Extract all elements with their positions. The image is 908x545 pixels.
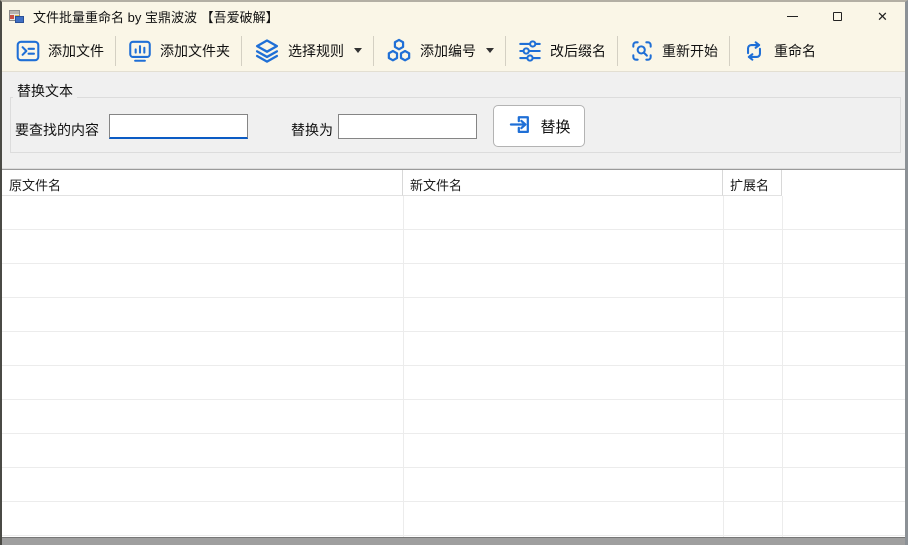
add-folder-icon — [127, 38, 153, 64]
toolbar-separator — [241, 36, 242, 66]
rename-label: 重命名 — [774, 41, 816, 61]
change-extension-icon — [517, 38, 543, 64]
file-list-body — [2, 196, 905, 537]
change-extension-label: 改后缀名 — [550, 41, 606, 61]
chevron-down-icon — [486, 48, 494, 53]
select-rule-button[interactable]: 选择规则 — [244, 33, 371, 69]
add-file-button[interactable]: 添加文件 — [6, 33, 113, 69]
find-label: 要查找的内容 — [15, 120, 99, 140]
file-list-header: 原文件名 新文件名 扩展名 — [2, 170, 905, 196]
restart-label: 重新开始 — [662, 41, 718, 61]
toolbar: 添加文件 添加文件夹 选择规则 — [2, 30, 905, 72]
maximize-button[interactable] — [815, 2, 860, 30]
add-file-label: 添加文件 — [48, 41, 104, 61]
restart-button[interactable]: 重新开始 — [620, 33, 727, 69]
replace-text-panel: 替换文本 要查找的内容 替换为 替换 — [2, 72, 905, 169]
add-number-icon — [385, 37, 413, 65]
add-number-button[interactable]: 添加编号 — [376, 33, 503, 69]
rename-button[interactable]: 重命名 — [732, 33, 825, 69]
title-bar: 文件批量重命名 by 宝鼎波波 【吾爱破解】 ✕ — [2, 2, 905, 30]
app-window: 文件批量重命名 by 宝鼎波波 【吾爱破解】 ✕ 添加文件 — [0, 0, 908, 545]
find-input[interactable] — [109, 114, 248, 139]
restart-icon — [629, 38, 655, 64]
toolbar-separator — [115, 36, 116, 66]
grid-divider — [403, 196, 404, 537]
close-button[interactable]: ✕ — [860, 2, 905, 30]
toolbar-separator — [617, 36, 618, 66]
rename-icon — [741, 38, 767, 64]
toolbar-separator — [505, 36, 506, 66]
column-header-new-name[interactable]: 新文件名 — [403, 170, 723, 196]
column-header-filler — [782, 170, 905, 196]
add-folder-button[interactable]: 添加文件夹 — [118, 33, 239, 69]
minimize-icon — [787, 16, 798, 17]
replace-with-input[interactable] — [338, 114, 477, 139]
window-title: 文件批量重命名 by 宝鼎波波 【吾爱破解】 — [33, 7, 279, 26]
window-bottom-border — [2, 537, 905, 545]
column-header-extension[interactable]: 扩展名 — [723, 170, 782, 196]
groupbox-title: 替换文本 — [13, 81, 77, 101]
maximize-icon — [833, 12, 842, 21]
minimize-button[interactable] — [770, 2, 815, 30]
close-icon: ✕ — [877, 10, 888, 23]
toolbar-separator — [729, 36, 730, 66]
file-list: 原文件名 新文件名 扩展名 — [2, 169, 905, 537]
grid-divider — [782, 196, 783, 537]
add-number-label: 添加编号 — [420, 41, 476, 61]
add-file-icon — [15, 38, 41, 64]
grid-divider — [723, 196, 724, 537]
replace-button[interactable]: 替换 — [493, 105, 585, 147]
replace-button-label: 替换 — [540, 116, 570, 137]
chevron-down-icon — [354, 48, 362, 53]
add-folder-label: 添加文件夹 — [160, 41, 230, 61]
change-extension-button[interactable]: 改后缀名 — [508, 33, 615, 69]
select-rule-label: 选择规则 — [288, 41, 344, 61]
app-icon — [9, 8, 25, 24]
caption-buttons: ✕ — [770, 2, 905, 30]
toolbar-separator — [373, 36, 374, 66]
replace-arrow-icon — [507, 111, 534, 142]
select-rule-icon — [253, 37, 281, 65]
column-header-original-name[interactable]: 原文件名 — [2, 170, 403, 196]
replace-with-label: 替换为 — [291, 120, 333, 140]
